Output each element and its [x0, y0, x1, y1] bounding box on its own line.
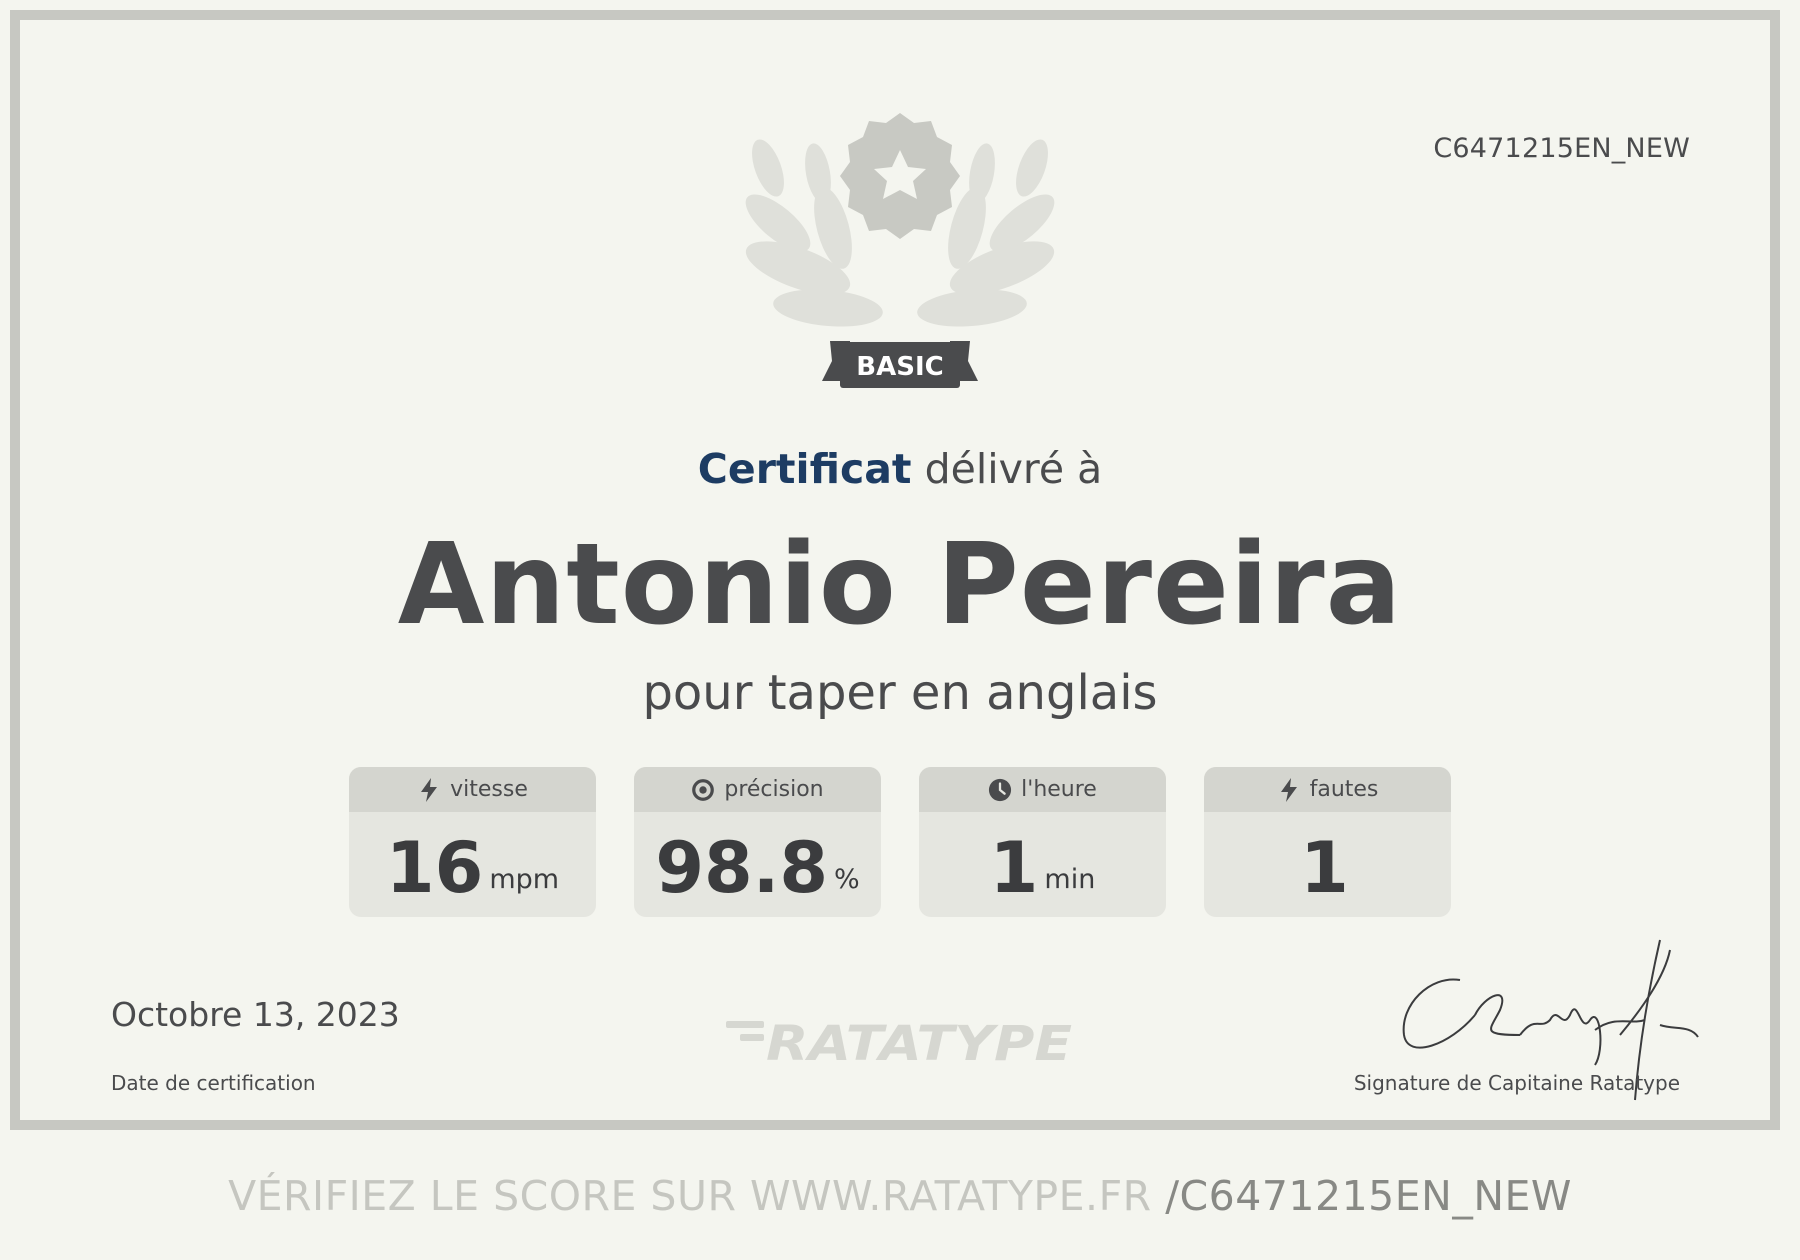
- ratatype-logo: RATATYPE: [726, 1016, 1072, 1068]
- laurel-badge-emblem: BASIC: [745, 113, 1055, 388]
- stat-value: 1: [1300, 826, 1349, 909]
- heading-rest: délivré à: [911, 445, 1103, 493]
- stat-value: 98.8: [655, 826, 829, 909]
- verify-score-line: VÉRIFIEZ LE SCORE SUR WWW.RATATYPE.FR /C…: [0, 1172, 1800, 1220]
- certification-date-label: Date de certification: [111, 1071, 316, 1095]
- brand-text: RATATYPE: [766, 1016, 1072, 1068]
- clock-icon: [989, 778, 1012, 801]
- stats-row: vitesse 16 mpm précision 98.8 % l'heure …: [349, 767, 1451, 917]
- target-icon: [692, 778, 715, 801]
- stat-label: fautes: [1309, 777, 1379, 802]
- lightning-icon: [421, 777, 438, 802]
- certificate-subtitle: pour taper en anglais: [642, 665, 1158, 721]
- stat-card-time: l'heure 1 min: [919, 767, 1166, 917]
- stat-unit: mpm: [489, 864, 560, 895]
- stat-card-speed: vitesse 16 mpm: [349, 767, 596, 917]
- verify-code: /C6471215EN_NEW: [1165, 1172, 1572, 1220]
- stat-unit: min: [1044, 864, 1096, 895]
- stat-unit: %: [834, 864, 860, 895]
- lightning-icon: [1280, 777, 1297, 802]
- certificate-code: C6471215EN_NEW: [1433, 133, 1690, 164]
- certificate-heading: Certificat délivré à: [0, 445, 1800, 493]
- stat-label: l'heure: [1021, 777, 1097, 802]
- stat-card-errors: fautes 1: [1204, 767, 1451, 917]
- stat-label: vitesse: [450, 777, 528, 802]
- recipient-name: Antonio Pereira: [397, 520, 1403, 650]
- certification-date: Octobre 13, 2023: [111, 995, 400, 1034]
- verify-prefix: VÉRIFIEZ LE SCORE SUR WWW.RATATYPE.FR: [228, 1172, 1166, 1220]
- heading-strong: Certificat: [697, 445, 912, 493]
- stat-value: 16: [385, 826, 484, 909]
- seal-icon: [840, 113, 960, 239]
- stat-label: précision: [724, 777, 824, 802]
- signature-label: Signature de Capitaine Ratatype: [1353, 1071, 1680, 1095]
- stat-value: 1: [989, 826, 1039, 909]
- stat-card-accuracy: précision 98.8 %: [634, 767, 881, 917]
- level-badge-text: BASIC: [856, 352, 943, 382]
